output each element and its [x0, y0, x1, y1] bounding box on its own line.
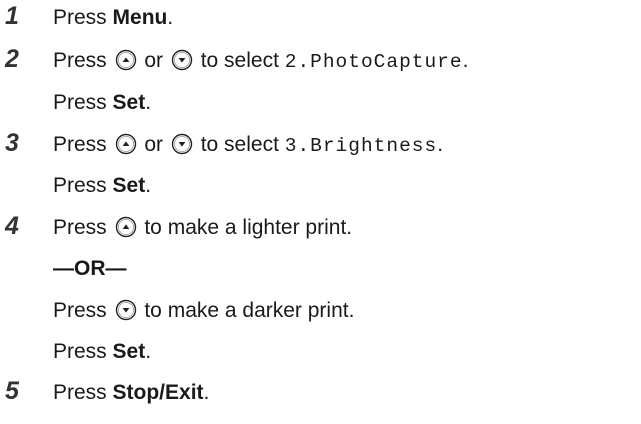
set-key-label: Set — [112, 91, 146, 114]
step-text: . — [437, 133, 444, 156]
step-text: Press — [53, 381, 113, 404]
step-text: . — [167, 6, 174, 29]
step-text: Press — [53, 174, 113, 197]
or-separator: —OR— — [53, 257, 127, 280]
up-arrow-key-icon — [115, 216, 137, 238]
step-4-or-separator: —OR— — [53, 256, 127, 282]
step-3-line-1: Press or to select 3.Brightness. — [53, 132, 443, 159]
step-2-line-1: Press or to select 2.PhotoCapture. — [53, 48, 468, 75]
set-key-label: Set — [112, 174, 146, 197]
step-text: Press — [53, 340, 113, 363]
step-text: . — [203, 381, 210, 404]
step-2-line-2: Press Set. — [53, 90, 151, 116]
step-text: Press — [53, 299, 113, 322]
step-text: or — [138, 133, 169, 156]
step-text: Press — [53, 133, 113, 156]
down-arrow-key-icon — [171, 133, 193, 155]
up-arrow-key-icon — [115, 49, 137, 71]
step-number-2: 2 — [5, 45, 19, 73]
step-text: to make a lighter print. — [138, 216, 353, 239]
lcd-menu-text: 2.PhotoCapture — [284, 51, 463, 73]
step-4-line-4: Press Set. — [53, 339, 151, 365]
step-text: Press — [53, 91, 113, 114]
stop-exit-key-label: Stop/Exit — [112, 381, 204, 404]
step-text: . — [145, 340, 152, 363]
step-text: . — [145, 91, 152, 114]
step-text: to make a darker print. — [138, 299, 355, 322]
step-text: Press — [53, 49, 113, 72]
step-number-5: 5 — [5, 377, 19, 405]
menu-key-label: Menu — [112, 6, 168, 29]
step-4-line-3: Press to make a darker print. — [53, 298, 354, 324]
step-text: Press — [53, 6, 113, 29]
step-5-line-1: Press Stop/Exit. — [53, 380, 209, 406]
lcd-menu-text: 3.Brightness — [284, 135, 438, 157]
step-text: . — [462, 49, 469, 72]
down-arrow-key-icon — [171, 49, 193, 71]
down-arrow-key-icon — [115, 299, 137, 321]
step-text: or — [138, 49, 169, 72]
step-text: Press — [53, 216, 113, 239]
step-3-line-2: Press Set. — [53, 173, 151, 199]
step-number-3: 3 — [5, 129, 19, 157]
up-arrow-key-icon — [115, 133, 137, 155]
step-number-1: 1 — [5, 2, 19, 30]
set-key-label: Set — [112, 340, 146, 363]
step-text: . — [145, 174, 152, 197]
step-4-line-1: Press to make a lighter print. — [53, 215, 352, 241]
step-text: to select — [194, 49, 285, 72]
step-1-line-1: Press Menu. — [53, 5, 173, 31]
step-number-4: 4 — [5, 212, 19, 240]
step-text: to select — [194, 133, 285, 156]
